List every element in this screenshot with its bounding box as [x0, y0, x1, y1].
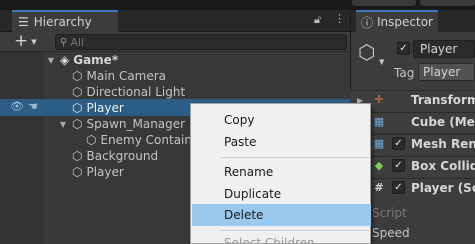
menu-item-delete[interactable]: Delete [192, 204, 371, 226]
hierarchy-item-label: Enemy Contain [100, 133, 192, 147]
expand-toggle[interactable]: ▼ [58, 120, 68, 129]
cube-icon: ⬡ [72, 85, 83, 99]
speed-field-label: Speed [372, 226, 410, 240]
info-icon: ⓘ [361, 15, 374, 30]
unity-scene-icon: ◈ [60, 53, 70, 67]
scene-row[interactable]: ▼ ◈ Game* [0, 52, 350, 68]
plus-icon: + [14, 31, 29, 51]
pickability-hand-icon[interactable]: ☚ [28, 100, 38, 113]
hierarchy-item[interactable]: ⬡ Main Camera [0, 68, 350, 84]
search-icon: ⚲ [60, 36, 68, 48]
component-label: Cube (Mes [411, 115, 475, 129]
mesh-renderer-icon: ▦ [373, 137, 385, 150]
cube-icon: ⬡ [72, 149, 83, 163]
chevron-down-icon: ▼ [31, 37, 37, 46]
cube-icon: ⬡ [86, 133, 97, 147]
hierarchy-item-label: Player [86, 165, 124, 179]
component-label: Mesh Rend [411, 137, 475, 151]
kebab-menu-icon[interactable]: ⋮ [334, 12, 346, 26]
inspector-tab[interactable]: ⓘ Inspector [356, 10, 438, 32]
search-input[interactable] [70, 35, 311, 49]
hierarchy-item-label: Directional Light [86, 85, 186, 99]
tag-dropdown[interactable]: Player [418, 63, 475, 81]
gameobject-cube-icon: ⬡ [358, 40, 376, 64]
cube-icon: ⬡ [72, 117, 83, 131]
tag-label: Tag [394, 66, 415, 80]
menu-item-rename[interactable]: Rename [192, 161, 371, 183]
hierarchy-tab[interactable]: ☰ Hierarchy [12, 10, 118, 32]
script-icon: # [374, 181, 384, 194]
hierarchy-item-label: Player [86, 101, 124, 115]
component-label: Transform [411, 93, 475, 107]
hierarchy-tab-label: Hierarchy [33, 15, 92, 29]
menu-item-duplicate[interactable]: Duplicate [192, 183, 371, 205]
menu-item-paste[interactable]: Paste [192, 131, 371, 153]
component-label: Box Collide [411, 159, 475, 173]
add-object-button[interactable]: + ▼ [14, 33, 46, 50]
box-collider-icon: ◆ [374, 159, 384, 172]
hierarchy-item-label: Background [86, 149, 159, 163]
account-button[interactable] [352, 0, 416, 6]
hierarchy-item-label: Spawn_Manager [86, 117, 186, 131]
menu-separator [221, 230, 369, 231]
mesh-filter-icon: ▦ [373, 115, 385, 128]
list-icon: ☰ [18, 15, 29, 29]
cube-icon: ⬡ [72, 165, 83, 179]
scene-name: Game* [73, 53, 119, 67]
hierarchy-search[interactable]: ⚲ [55, 34, 347, 50]
layers-button[interactable] [420, 0, 475, 6]
transform-icon: ✛ [374, 93, 384, 106]
component-enabled-checkbox[interactable]: ✓ [392, 181, 405, 194]
context-menu: Copy Paste Rename Duplicate Delete Selec… [190, 103, 371, 244]
cube-icon: ⬡ [72, 69, 83, 83]
menu-separator [221, 157, 369, 158]
component-enabled-checkbox[interactable]: ✓ [392, 137, 405, 150]
inspector-tab-label: Inspector [377, 15, 433, 29]
menu-item-copy[interactable]: Copy [192, 109, 371, 131]
active-checkbox[interactable]: ✓ [397, 42, 410, 55]
script-field-label: Script [372, 206, 407, 220]
expand-toggle[interactable]: ▼ [46, 56, 56, 65]
component-enabled-checkbox[interactable]: ✓ [392, 159, 405, 172]
chevron-down-icon[interactable]: ▼ [379, 58, 384, 66]
hierarchy-item[interactable]: ⬡ Directional Light [0, 84, 350, 100]
hierarchy-item-label: Main Camera [86, 69, 167, 83]
visibility-eye-icon[interactable]: 👁︎ [10, 100, 24, 113]
component-label: Player (Scr [411, 181, 475, 195]
cube-icon: ⬡ [72, 101, 83, 115]
object-name-field[interactable]: Player [413, 40, 475, 58]
lock-icon[interactable]: 🔓︎ [314, 13, 326, 27]
menu-item-select-children: Select Children [224, 236, 315, 244]
